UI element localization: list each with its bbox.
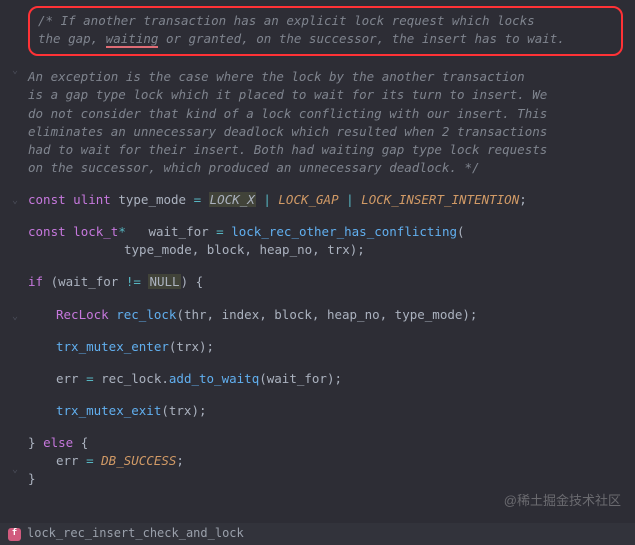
code-line: const ulint type_mode = LOCK_X | LOCK_GA… [28, 191, 623, 209]
comment-line: An exception is the case where the lock … [28, 68, 623, 86]
code-line: RecLock rec_lock(thr, index, block, heap… [28, 306, 623, 324]
code-line: const lock_t* wait_for = lock_rec_other_… [28, 223, 623, 241]
code-line: trx_mutex_exit(trx); [28, 402, 623, 420]
code-line: } [28, 470, 623, 488]
code-line: } else { [28, 434, 623, 452]
comment-line: is a gap type lock which it placed to wa… [28, 86, 623, 104]
code-line: err = DB_SUCCESS; [28, 452, 623, 470]
comment-line: had to wait for their insert. Both had w… [28, 141, 623, 159]
code-line: trx_mutex_enter(trx); [28, 338, 623, 356]
code-editor[interactable]: /* If another transaction has an explici… [28, 6, 629, 519]
comment-line: /* If another transaction has an explici… [38, 12, 613, 30]
comment-line: the gap, waiting or granted, on the succ… [38, 30, 613, 48]
code-line: if (wait_for != NULL) { [28, 273, 623, 291]
comment-line: do not consider that kind of a lock conf… [28, 105, 623, 123]
comment-line: eliminates an unnecessary deadlock which… [28, 123, 623, 141]
fold-icon[interactable]: ⌄ [12, 64, 18, 79]
function-icon: f [8, 528, 21, 541]
code-line: err = rec_lock.add_to_waitq(wait_for); [28, 370, 623, 388]
fold-icon[interactable]: ⌄ [12, 310, 18, 325]
underlined-word: waiting [106, 31, 159, 48]
gutter: ⌄ ⌄ ⌄ ⌄ [0, 0, 28, 545]
code-line: type_mode, block, heap_no, trx); [28, 241, 623, 259]
fold-icon[interactable]: ⌄ [12, 194, 18, 209]
status-bar: f lock_rec_insert_check_and_lock [0, 523, 635, 545]
fold-icon[interactable]: ⌄ [12, 463, 18, 478]
highlight-box: /* If another transaction has an explici… [28, 6, 623, 56]
comment-line: on the successor, which produced an unne… [28, 159, 623, 177]
breadcrumb-function[interactable]: lock_rec_insert_check_and_lock [27, 525, 244, 542]
